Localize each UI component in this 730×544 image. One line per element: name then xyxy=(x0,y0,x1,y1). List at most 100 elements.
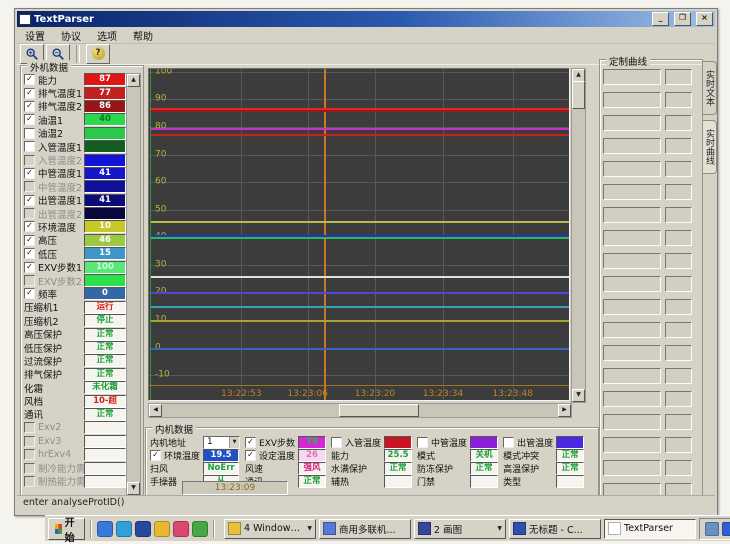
tab-realtime-text[interactable]: 实时文本 xyxy=(703,61,717,115)
checkbox[interactable]: ✓ xyxy=(24,248,35,259)
checkbox[interactable] xyxy=(24,141,35,152)
quicklaunch-icon[interactable] xyxy=(154,521,170,537)
curve-name-field[interactable] xyxy=(603,69,661,85)
curve-value-field[interactable] xyxy=(665,322,692,338)
taskbar-button[interactable]: 商用多联机... xyxy=(319,519,411,539)
restore-button[interactable]: ❐ xyxy=(674,12,691,26)
curve-value-field[interactable] xyxy=(665,253,692,269)
checkbox[interactable]: ✓ xyxy=(24,88,35,99)
curve-name-field[interactable] xyxy=(603,368,661,384)
curve-name-field[interactable] xyxy=(603,161,661,177)
quicklaunch-icon[interactable] xyxy=(116,521,132,537)
quicklaunch-icon[interactable] xyxy=(97,521,113,537)
curve-value-field[interactable] xyxy=(665,161,692,177)
menu-item[interactable]: 帮助 xyxy=(125,27,161,44)
scroll-right-icon[interactable]: ▶ xyxy=(558,404,571,417)
scroll-left-icon[interactable]: ◀ xyxy=(149,404,162,417)
curve-value-field[interactable] xyxy=(665,138,692,154)
indoor-address-select[interactable]: 1▼ xyxy=(203,436,240,449)
curve-value-field[interactable] xyxy=(665,345,692,361)
close-button[interactable]: × xyxy=(696,12,713,26)
scroll-up-icon[interactable]: ▲ xyxy=(127,74,140,87)
checkbox[interactable] xyxy=(417,437,428,448)
curve-name-field[interactable] xyxy=(603,184,661,200)
scrollbar-thumb[interactable] xyxy=(572,81,585,109)
checkbox[interactable]: ✓ xyxy=(150,450,161,461)
curve-name-field[interactable] xyxy=(603,230,661,246)
quicklaunch-icon[interactable] xyxy=(173,521,189,537)
tray-icon[interactable] xyxy=(705,522,719,536)
checkbox[interactable] xyxy=(24,449,35,460)
checkbox[interactable]: ✓ xyxy=(24,168,35,179)
curve-value-field[interactable] xyxy=(665,391,692,407)
curve-value-field[interactable] xyxy=(665,184,692,200)
curve-name-field[interactable] xyxy=(603,437,661,453)
checkbox[interactable]: ✓ xyxy=(245,450,256,461)
quicklaunch-icon[interactable] xyxy=(192,521,208,537)
checkbox[interactable] xyxy=(24,181,35,192)
curve-name-field[interactable] xyxy=(603,460,661,476)
menu-item[interactable]: 选项 xyxy=(89,27,125,44)
checkbox[interactable]: ✓ xyxy=(24,235,35,246)
curve-value-field[interactable] xyxy=(665,230,692,246)
curve-name-field[interactable] xyxy=(603,138,661,154)
menu-item[interactable]: 协议 xyxy=(53,27,89,44)
curve-value-field[interactable] xyxy=(665,115,692,131)
curve-name-field[interactable] xyxy=(603,414,661,430)
checkbox[interactable] xyxy=(24,155,35,166)
checkbox[interactable]: ✓ xyxy=(245,437,256,448)
curve-name-field[interactable] xyxy=(603,345,661,361)
chart-horizontal-scrollbar[interactable]: ◀ ▶ xyxy=(148,403,572,418)
checkbox[interactable] xyxy=(24,436,35,447)
taskbar-button[interactable]: 无标题 - C... xyxy=(509,519,601,539)
checkbox[interactable]: ✓ xyxy=(24,221,35,232)
curve-name-field[interactable] xyxy=(603,253,661,269)
quicklaunch-icon[interactable] xyxy=(135,521,151,537)
trend-chart-plot[interactable]: 1009080706050403020100-1013:22:5313:23:0… xyxy=(148,68,570,401)
curve-value-field[interactable] xyxy=(665,299,692,315)
curve-value-field[interactable] xyxy=(665,437,692,453)
curve-name-field[interactable] xyxy=(603,391,661,407)
minimize-button[interactable]: _ xyxy=(652,12,669,26)
checkbox[interactable]: ✓ xyxy=(24,101,35,112)
checkbox[interactable] xyxy=(24,422,35,433)
taskbar-button[interactable]: 2 画图▼ xyxy=(414,519,506,539)
curve-name-field[interactable] xyxy=(603,115,661,131)
checkbox[interactable] xyxy=(24,463,35,474)
curve-value-field[interactable] xyxy=(665,92,692,108)
menu-item[interactable]: 设置 xyxy=(17,27,53,44)
scroll-down-icon[interactable]: ▼ xyxy=(127,482,140,495)
chart-vertical-scrollbar[interactable]: ▲ ▼ xyxy=(571,68,586,403)
scroll-down-icon[interactable]: ▼ xyxy=(572,389,585,402)
tray-icon[interactable] xyxy=(722,522,730,536)
checkbox[interactable]: ✓ xyxy=(24,288,35,299)
checkbox[interactable]: ✓ xyxy=(24,262,35,273)
taskbar-button[interactable]: 4 Windows ...▼ xyxy=(224,519,316,539)
curve-value-field[interactable] xyxy=(665,414,692,430)
checkbox[interactable] xyxy=(24,476,35,487)
checkbox[interactable] xyxy=(24,128,35,139)
checkbox[interactable] xyxy=(503,437,514,448)
outdoor-scrollbar[interactable]: ▲ ▼ xyxy=(126,73,141,496)
help-button[interactable]: ? xyxy=(86,44,110,64)
tab-realtime-curve[interactable]: 实时曲线 xyxy=(703,120,717,174)
curve-name-field[interactable] xyxy=(603,276,661,292)
curve-value-field[interactable] xyxy=(665,460,692,476)
curve-value-field[interactable] xyxy=(665,207,692,223)
checkbox[interactable]: ✓ xyxy=(24,195,35,206)
taskbar-button[interactable]: TextParser xyxy=(604,519,696,539)
curve-value-field[interactable] xyxy=(665,69,692,85)
title-bar[interactable]: TextParser _ ❐ × xyxy=(17,11,715,27)
start-button[interactable]: 开始 xyxy=(48,518,85,540)
checkbox[interactable]: ✓ xyxy=(24,114,35,125)
curve-name-field[interactable] xyxy=(603,322,661,338)
curve-name-field[interactable] xyxy=(603,92,661,108)
checkbox[interactable] xyxy=(331,437,342,448)
curve-name-field[interactable] xyxy=(603,207,661,223)
checkbox[interactable] xyxy=(24,208,35,219)
curve-value-field[interactable] xyxy=(665,276,692,292)
checkbox[interactable]: ✓ xyxy=(24,74,35,85)
scrollbar-thumb[interactable] xyxy=(339,404,419,417)
curve-value-field[interactable] xyxy=(665,368,692,384)
curve-name-field[interactable] xyxy=(603,299,661,315)
